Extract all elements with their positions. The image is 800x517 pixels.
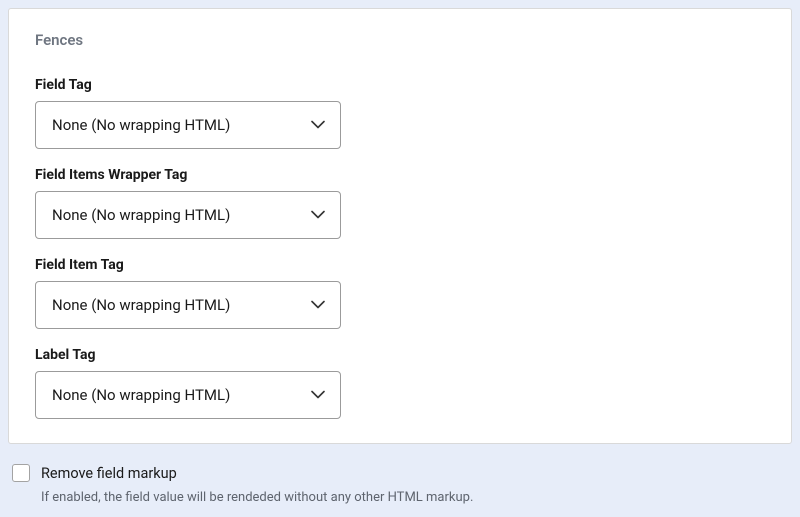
field-items-wrapper-tag-select[interactable]: None (No wrapping HTML) <box>35 191 341 239</box>
remove-markup-section: Remove field markup If enabled, the fiel… <box>0 444 800 505</box>
field-items-wrapper-tag-label: Field Items Wrapper Tag <box>35 167 765 183</box>
field-item-tag-select-wrapper: None (No wrapping HTML) <box>35 281 341 329</box>
field-group-items-wrapper-tag: Field Items Wrapper Tag None (No wrappin… <box>35 167 765 239</box>
label-tag-select-wrapper: None (No wrapping HTML) <box>35 371 341 419</box>
remove-markup-checkbox[interactable] <box>12 464 30 482</box>
field-group-label-tag: Label Tag None (No wrapping HTML) <box>35 347 765 419</box>
field-tag-label: Field Tag <box>35 77 765 93</box>
field-item-tag-select[interactable]: None (No wrapping HTML) <box>35 281 341 329</box>
field-group-item-tag: Field Item Tag None (No wrapping HTML) <box>35 257 765 329</box>
label-tag-select[interactable]: None (No wrapping HTML) <box>35 371 341 419</box>
label-tag-label: Label Tag <box>35 347 765 363</box>
field-group-field-tag: Field Tag None (No wrapping HTML) <box>35 77 765 149</box>
field-item-tag-label: Field Item Tag <box>35 257 765 273</box>
field-tag-select[interactable]: None (No wrapping HTML) <box>35 101 341 149</box>
field-items-wrapper-tag-select-wrapper: None (No wrapping HTML) <box>35 191 341 239</box>
remove-markup-row: Remove field markup <box>12 464 790 482</box>
panel-title: Fences <box>35 31 765 49</box>
remove-markup-helper: If enabled, the field value will be rend… <box>41 490 790 505</box>
remove-markup-label[interactable]: Remove field markup <box>41 465 177 482</box>
field-tag-select-wrapper: None (No wrapping HTML) <box>35 101 341 149</box>
fences-panel: Fences Field Tag None (No wrapping HTML)… <box>8 8 792 444</box>
